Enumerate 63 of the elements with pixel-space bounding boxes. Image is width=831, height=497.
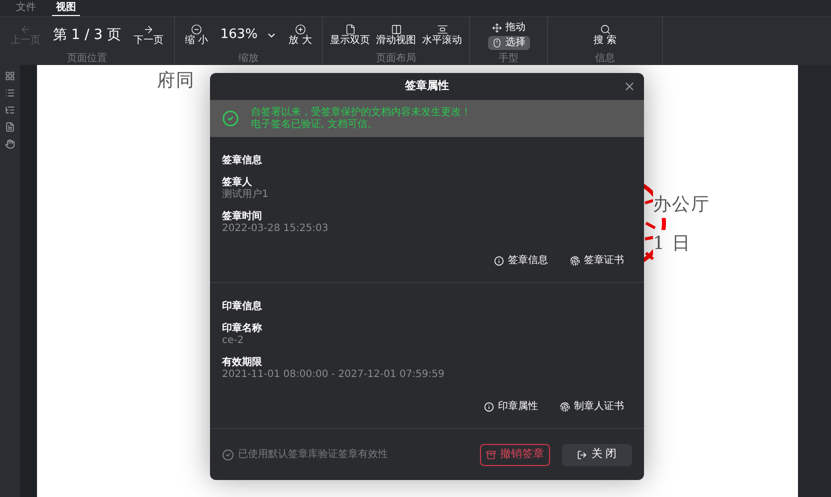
- mouse-icon: [492, 38, 502, 48]
- group-label: 页面布局: [375, 53, 417, 65]
- toolbar-button[interactable]: 缩 小: [185, 24, 208, 46]
- archive-icon: [486, 450, 496, 460]
- field-label: 签章时间: [222, 211, 263, 223]
- search-icon: [600, 24, 610, 34]
- toolbar-button[interactable]: 搜 索: [593, 24, 617, 46]
- grid-icon[interactable]: [5, 71, 15, 81]
- zoom-in-icon: [294, 24, 306, 34]
- fingerprint-icon: [560, 402, 570, 412]
- list-icon[interactable]: [5, 88, 15, 98]
- field-label: 印章名称: [222, 323, 263, 335]
- action-link[interactable]: 制章人证书: [560, 399, 624, 414]
- group-label: 手型: [498, 53, 520, 65]
- menu-tab[interactable]: 视图: [52, 0, 80, 16]
- info-icon: [484, 402, 494, 412]
- toolbar-button[interactable]: 水平滚动: [422, 24, 462, 46]
- check-circle-icon: [222, 110, 239, 127]
- banner-title: 自签署以来，受签章保护的文档内容未发生更改！: [251, 106, 471, 118]
- field-value: ce-2: [222, 335, 245, 347]
- footer-note: 已使用默认签章库验证签章有效性: [238, 448, 388, 462]
- field-value: 2022-03-28 15:25:03: [222, 223, 330, 235]
- toolbar-button[interactable]: 放 大: [288, 24, 312, 46]
- page-icon: [344, 24, 356, 34]
- outline-icon[interactable]: [5, 105, 15, 115]
- exit-icon: [577, 450, 588, 460]
- menu-tab[interactable]: 文件: [12, 0, 40, 16]
- action-link[interactable]: 印章属性: [484, 399, 538, 414]
- field-label: 签章人: [222, 177, 253, 188]
- toolbar-button[interactable]: 滑动视图: [376, 24, 416, 46]
- left-arrow-icon: [20, 24, 31, 34]
- info-icon: [494, 256, 504, 266]
- document-icon[interactable]: [5, 122, 15, 132]
- banner-subtitle: 电子签名已验证, 文档可信。: [251, 119, 378, 131]
- revoke-button[interactable]: 撤销签章: [480, 444, 550, 466]
- section-heading: 印章信息: [222, 301, 263, 313]
- toolbar-button[interactable]: 显示双页: [330, 24, 370, 46]
- section-heading: 签章信息: [222, 155, 263, 167]
- field-value: 2021-11-01 08:00:00 - 2027-12-01 07:59:59: [222, 369, 446, 381]
- move-icon: [492, 22, 502, 32]
- hand-icon[interactable]: [5, 139, 15, 149]
- field-value: 测试用户1: [222, 189, 270, 201]
- group-label: 信息: [594, 53, 616, 65]
- hand-mode-option[interactable]: 拖动: [488, 20, 530, 34]
- columns-icon: [390, 24, 402, 34]
- page-indicator: 第 1 / 3 页: [52, 26, 122, 44]
- right-arrow-icon: [143, 24, 154, 34]
- zoom-select[interactable]: 163%: [220, 25, 277, 45]
- toolbar-button[interactable]: 下一页: [134, 24, 164, 46]
- check-circle-icon: [222, 448, 234, 460]
- group-label: 页面位置: [66, 53, 108, 65]
- group-label: 缩放: [238, 53, 260, 65]
- close-button[interactable]: 关 闭: [562, 444, 632, 466]
- zoom-out-icon: [191, 24, 202, 34]
- field-label: 有效期限: [222, 357, 263, 369]
- document-text: 办公厅: [653, 191, 710, 218]
- hand-mode-option[interactable]: 选择: [488, 36, 530, 50]
- action-link[interactable]: 签章信息: [494, 253, 548, 268]
- action-link[interactable]: 签章证书: [570, 253, 624, 268]
- spacing-icon: [436, 24, 448, 34]
- dialog-title: 签章属性: [405, 78, 449, 94]
- fingerprint-icon: [570, 256, 580, 266]
- close-icon[interactable]: [623, 80, 636, 93]
